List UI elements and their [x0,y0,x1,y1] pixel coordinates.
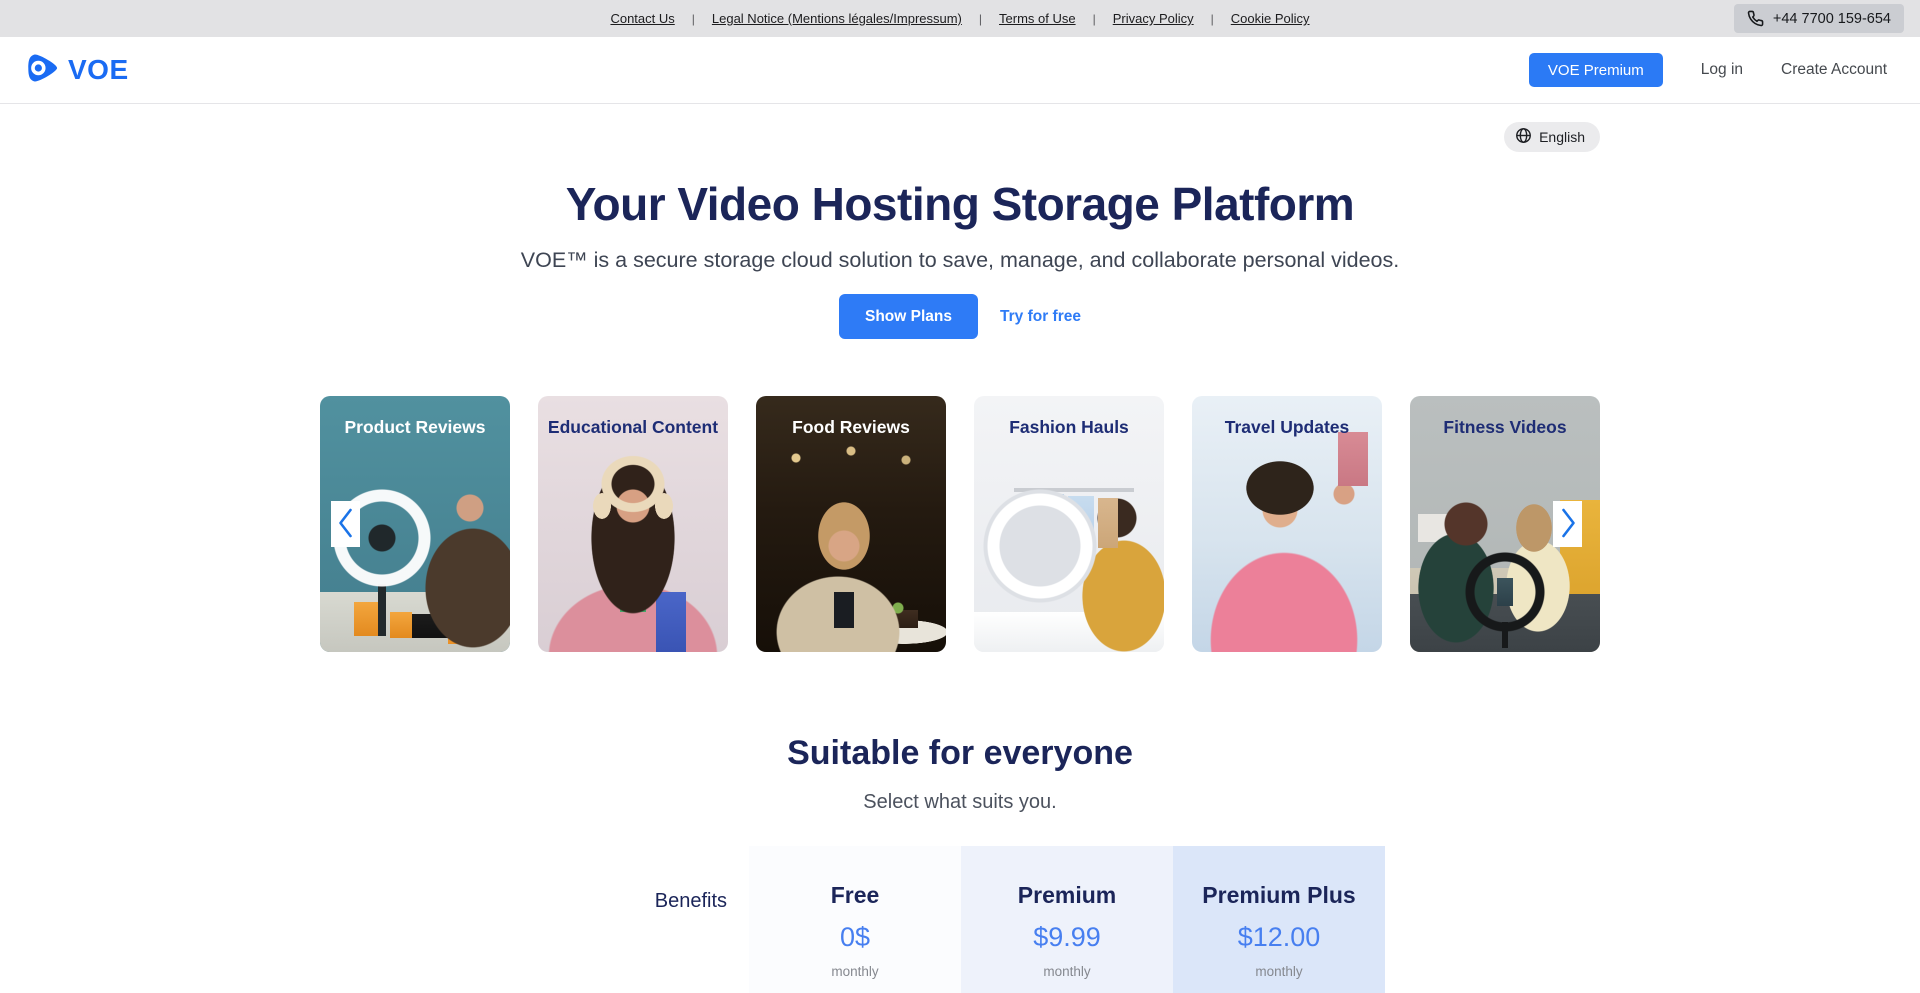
plan-column-premium-plus[interactable]: Premium Plus $12.00 monthly [1173,846,1385,993]
log-in-link[interactable]: Log in [1701,61,1743,79]
pricing-subheading: Select what suits you. [320,791,1600,814]
category-carousel: Product Reviews Educational Content Food… [320,396,1600,652]
plan-period: monthly [1173,964,1385,979]
carousel-next-button[interactable] [1553,501,1582,547]
show-plans-button[interactable]: Show Plans [839,294,978,339]
card-title: Travel Updates [1192,396,1382,438]
plan-period: monthly [749,964,961,979]
plan-price: 0$ [749,922,961,953]
topbar-link-cookie-policy[interactable]: Cookie Policy [1231,11,1310,26]
pricing-heading: Suitable for everyone [320,734,1600,773]
topbar-link-legal-notice[interactable]: Legal Notice (Mentions légales/Impressum… [712,11,962,26]
topbar-link-terms-of-use[interactable]: Terms of Use [999,11,1076,26]
hero-cta-row: Show Plans Try for free [320,294,1600,339]
globe-icon [1515,127,1532,147]
phone-icon [1747,10,1764,27]
phone-number-button[interactable]: +44 7700 159-654 [1734,4,1904,33]
carousel-card-educational-content: Educational Content [538,396,728,652]
card-title: Food Reviews [756,396,946,438]
card-title: Fitness Videos [1410,396,1600,438]
carousel-prev-button[interactable] [331,501,360,547]
play-logo-icon [25,50,61,91]
plan-name: Premium [961,882,1173,909]
chevron-left-icon [336,506,356,543]
voe-premium-button[interactable]: VOE Premium [1529,53,1663,87]
header-actions: VOE Premium Log in Create Account [1529,53,1895,87]
separator: | [692,12,695,26]
main-content: English Your Video Hosting Storage Platf… [320,122,1600,993]
card-title: Educational Content [538,396,728,438]
benefits-label: Benefits [629,846,749,993]
plan-price: $12.00 [1173,922,1385,953]
card-title: Product Reviews [320,396,510,438]
separator: | [1211,12,1214,26]
card-title: Fashion Hauls [974,396,1164,438]
create-account-link[interactable]: Create Account [1781,61,1887,79]
phone-number: +44 7700 159-654 [1773,11,1891,27]
language-selector[interactable]: English [1504,122,1600,152]
plan-price: $9.99 [961,922,1173,953]
topbar: Contact Us | Legal Notice (Mentions léga… [0,0,1920,37]
hero-subtitle: VOE™ is a secure storage cloud solution … [320,248,1600,273]
topbar-link-contact-us[interactable]: Contact Us [610,11,674,26]
try-for-free-button[interactable]: Try for free [1000,308,1081,326]
carousel-card-food-reviews: Food Reviews [756,396,946,652]
carousel-card-travel-updates: Travel Updates [1192,396,1382,652]
separator: | [979,12,982,26]
chevron-right-icon [1558,506,1578,543]
voe-logo[interactable]: VOE [25,50,129,91]
voe-logo-text: VOE [68,54,129,86]
voe-landing-page: Contact Us | Legal Notice (Mentions léga… [0,0,1920,993]
language-label: English [1539,129,1585,145]
header: VOE VOE Premium Log in Create Account [0,37,1920,104]
carousel-card-fashion-hauls: Fashion Hauls [974,396,1164,652]
language-row: English [320,122,1600,152]
hero-title: Your Video Hosting Storage Platform [320,177,1600,231]
topbar-link-privacy-policy[interactable]: Privacy Policy [1113,11,1194,26]
plan-name: Premium Plus [1173,882,1385,909]
plan-column-free[interactable]: Free 0$ monthly [749,846,961,993]
plan-period: monthly [961,964,1173,979]
carousel-track: Product Reviews Educational Content Food… [320,396,1600,652]
pricing-table: Benefits Free 0$ monthly Premium $9.99 m… [629,846,1385,993]
separator: | [1093,12,1096,26]
plan-name: Free [749,882,961,909]
plan-column-premium[interactable]: Premium $9.99 monthly [961,846,1173,993]
